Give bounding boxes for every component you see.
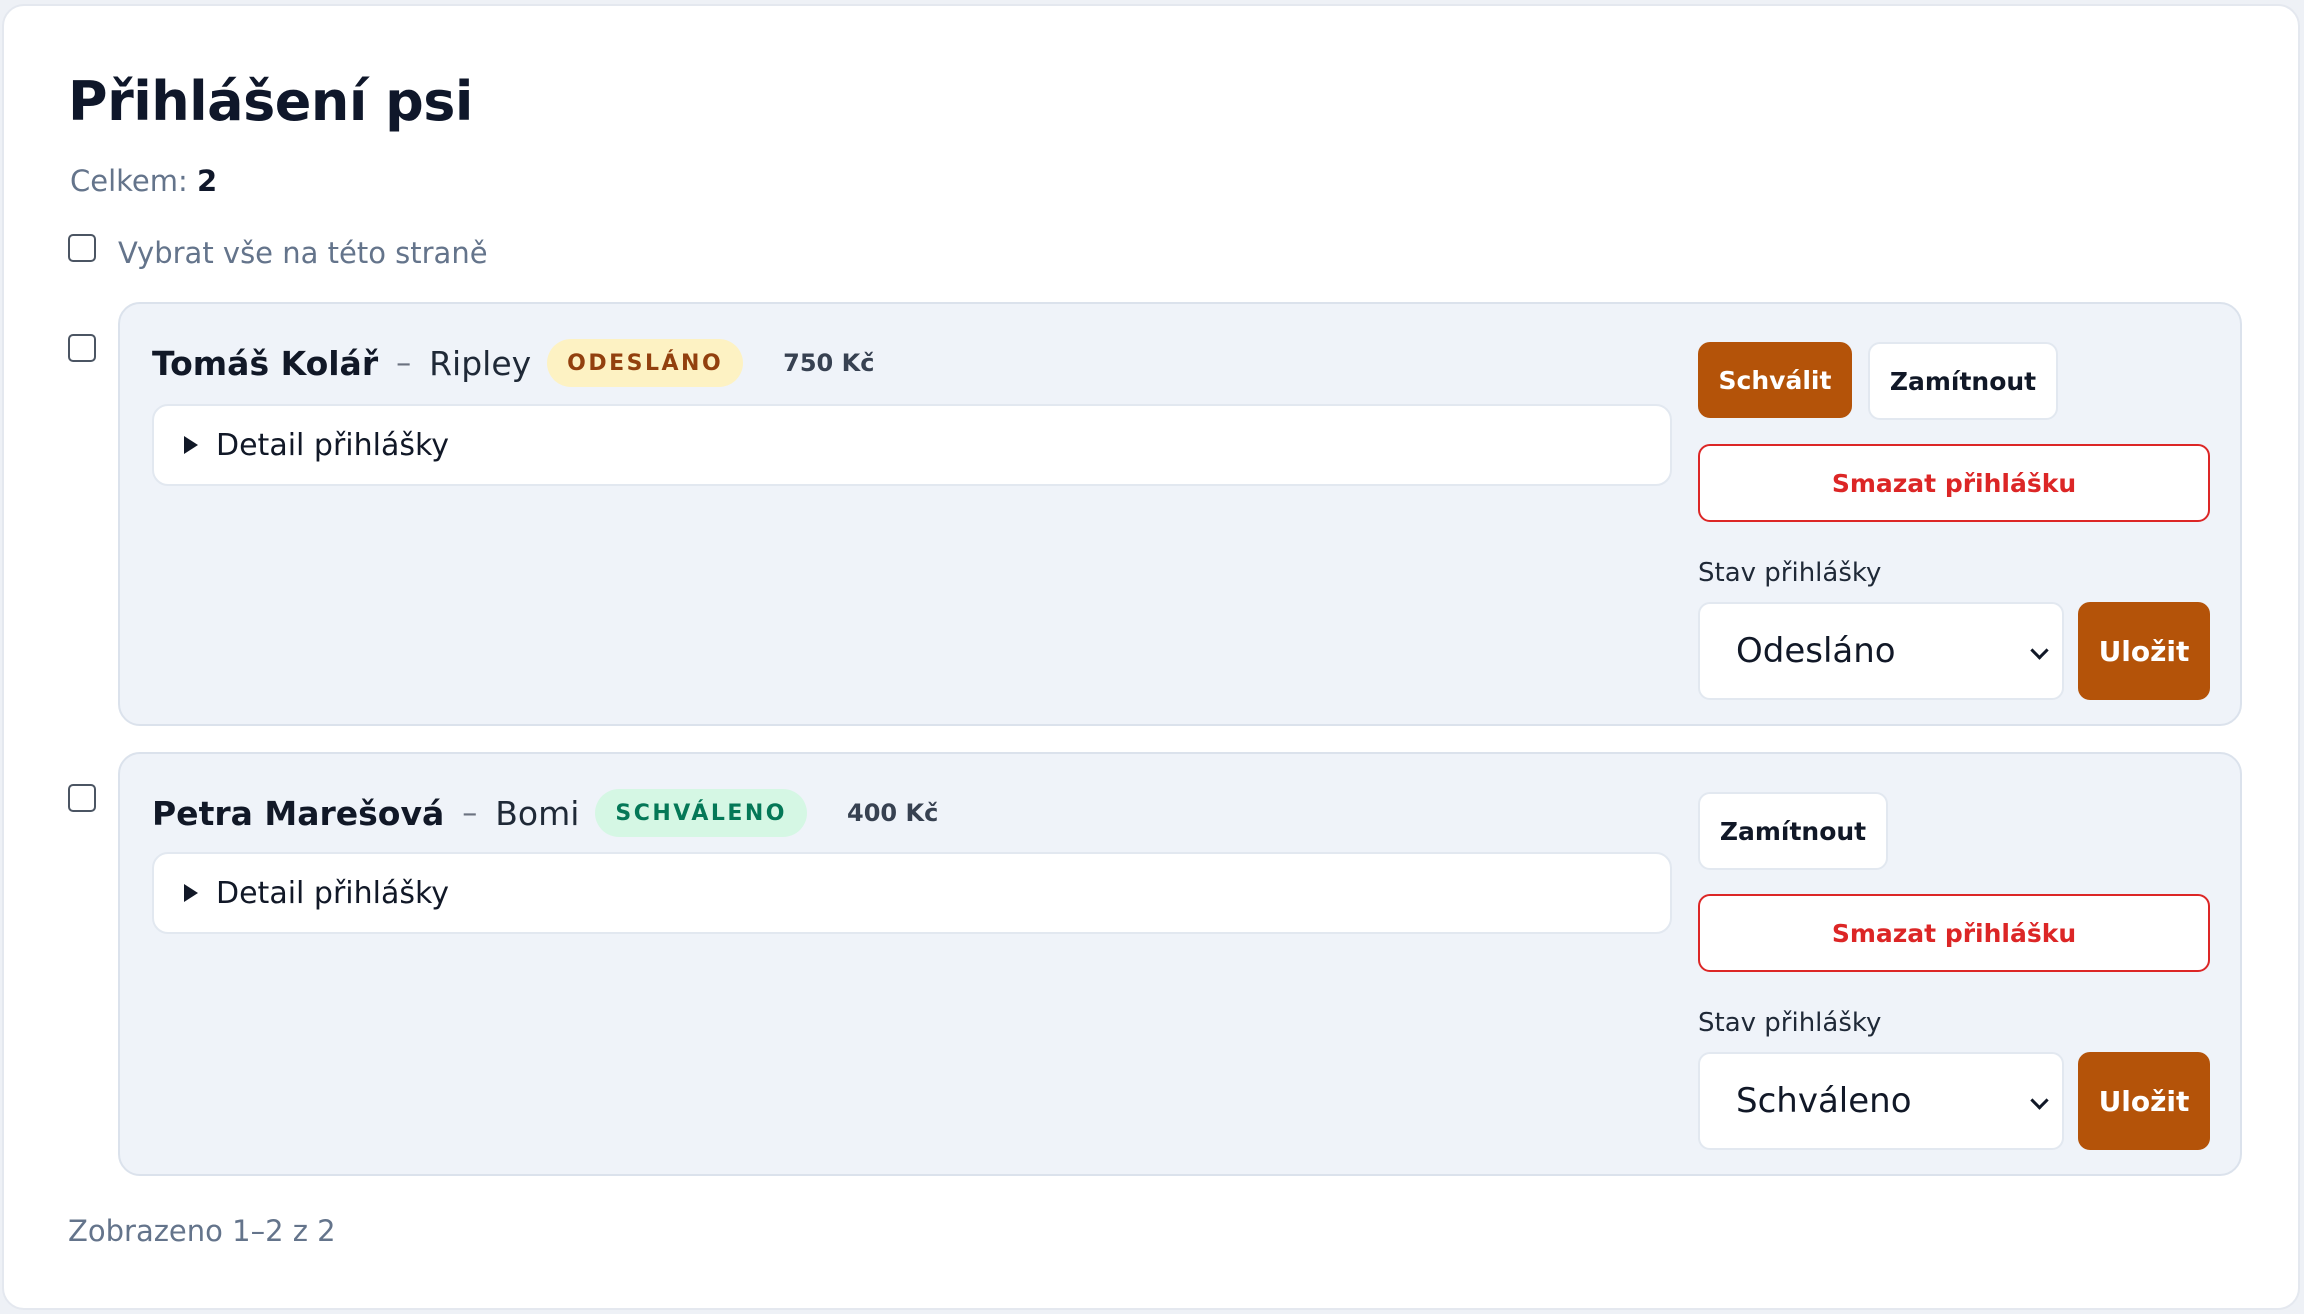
reject-button[interactable]: Zamítnout: [1698, 792, 1888, 870]
status-select[interactable]: Schváleno: [1698, 1052, 2064, 1150]
owner-name: Tomáš Kolář: [152, 343, 379, 383]
registration-card: Petra Marešová – Bomi SCHVÁLENO 400 Kč D…: [118, 752, 2242, 1176]
registrations-panel: Přihlášení psi Celkem: 2 Vybrat vše na t…: [2, 4, 2300, 1310]
total-value: 2: [197, 164, 218, 198]
status-select[interactable]: Odesláno: [1698, 602, 2064, 700]
status-select-value: Schváleno: [1736, 1081, 1912, 1121]
select-all-checkbox[interactable]: [68, 234, 96, 262]
entry-checkbox[interactable]: [68, 334, 96, 362]
save-button[interactable]: Uložit: [2078, 602, 2210, 700]
pagination-summary: Zobrazeno 1–2 z 2: [68, 1214, 336, 1248]
name-separator: –: [462, 795, 478, 831]
price: 400 Kč: [847, 799, 939, 827]
dog-name: Ripley: [429, 343, 532, 383]
page-title: Přihlášení psi: [68, 70, 473, 133]
status-select-value: Odesláno: [1736, 631, 1896, 671]
status-field-label: Stav přihlášky: [1698, 1008, 1882, 1038]
name-separator: –: [396, 345, 412, 381]
status-badge: ODESLÁNO: [547, 339, 744, 387]
detail-label: Detail přihlášky: [216, 875, 450, 911]
card-header: Petra Marešová – Bomi SCHVÁLENO 400 Kč: [152, 788, 938, 838]
caret-right-icon: [184, 884, 198, 902]
dog-name: Bomi: [495, 793, 580, 833]
detail-label: Detail přihlášky: [216, 427, 450, 463]
reject-button[interactable]: Zamítnout: [1868, 342, 2058, 420]
registration-card: Tomáš Kolář – Ripley ODESLÁNO 750 Kč Det…: [118, 302, 2242, 726]
detail-toggle[interactable]: Detail přihlášky: [152, 404, 1672, 486]
approve-button[interactable]: Schválit: [1698, 342, 1852, 418]
status-badge: SCHVÁLENO: [595, 789, 808, 837]
owner-name: Petra Marešová: [152, 793, 445, 833]
save-button[interactable]: Uložit: [2078, 1052, 2210, 1150]
status-field-label: Stav přihlášky: [1698, 558, 1882, 588]
select-all-label: Vybrat vše na této straně: [118, 236, 488, 270]
entry-checkbox[interactable]: [68, 784, 96, 812]
total-label: Celkem:: [70, 164, 188, 198]
price: 750 Kč: [783, 349, 875, 377]
total-count: Celkem: 2: [70, 164, 217, 198]
delete-button[interactable]: Smazat přihlášku: [1698, 444, 2210, 522]
detail-toggle[interactable]: Detail přihlášky: [152, 852, 1672, 934]
delete-button[interactable]: Smazat přihlášku: [1698, 894, 2210, 972]
chevron-down-icon: [2030, 641, 2049, 660]
caret-right-icon: [184, 436, 198, 454]
card-header: Tomáš Kolář – Ripley ODESLÁNO 750 Kč: [152, 338, 874, 388]
chevron-down-icon: [2030, 1091, 2049, 1110]
